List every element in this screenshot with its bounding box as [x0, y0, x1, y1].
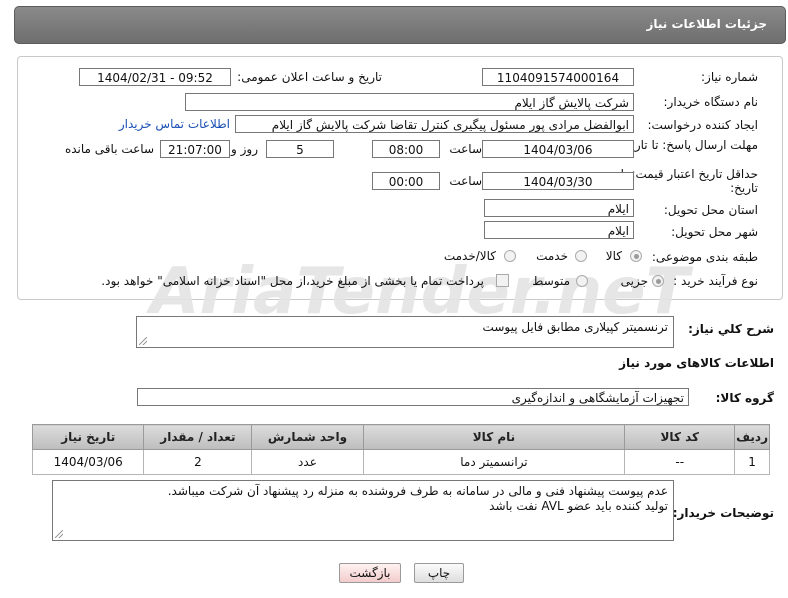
- need-number-field: 1104091574000164: [482, 68, 634, 86]
- deadline-date-field: 1404/03/06: [482, 140, 634, 158]
- category-service-label: خدمت: [536, 249, 568, 263]
- buyer-contact-link[interactable]: اطلاعات تماس خریدار: [119, 117, 230, 131]
- buyer-notes-line-2: تولید کننده باید عضو AVL نفت باشد: [489, 499, 668, 513]
- deadline-time-field: 08:00: [372, 140, 440, 158]
- cell-goods-code: --: [624, 449, 736, 475]
- process-minor-radio[interactable]: [652, 275, 664, 287]
- goods-group-field: تجهیزات آزمایشگاهی و اندازه‌گیری: [137, 388, 689, 406]
- table-header-row: ردیف کد کالا نام کالا واحد شمارش تعداد /…: [31, 424, 770, 450]
- process-medium-label: متوسط: [532, 274, 570, 288]
- cell-unit: عدد: [251, 449, 364, 475]
- goods-group-label: گروه کالا:: [715, 391, 774, 405]
- cell-need-date: 1404/03/06: [31, 449, 145, 475]
- summary-label: شرح كلي نياز:: [688, 322, 774, 336]
- requester-label: ایجاد کننده درخواست:: [647, 118, 758, 132]
- page-header: جزئیات اطلاعات نیاز: [14, 6, 786, 44]
- category-service-radio[interactable]: [575, 250, 587, 262]
- print-button[interactable]: چاپ: [414, 563, 464, 583]
- buyer-notes-label: توضیحات خریدار:: [672, 506, 774, 520]
- validity-time-label: ساعت: [449, 174, 482, 188]
- city-label: شهر محل تحویل:: [671, 225, 758, 239]
- days-label: روز و: [231, 142, 258, 156]
- table-row: 1 -- ترانسمیتر دما عدد 2 1404/03/06: [31, 449, 770, 475]
- header-goods-name: نام کالا: [362, 424, 626, 450]
- resize-grip-icon[interactable]: [139, 337, 147, 345]
- need-number-label: شماره نیاز:: [701, 70, 758, 84]
- remaining-days-field: 5: [266, 140, 334, 158]
- page-title: جزئیات اطلاعات نیاز: [646, 17, 767, 31]
- category-goods-service-radio[interactable]: [504, 250, 516, 262]
- remaining-time-label: ساعت باقی مانده: [64, 142, 154, 156]
- header-quantity: تعداد / مقدار: [143, 424, 253, 450]
- treasury-payment-checkbox[interactable]: [496, 274, 509, 287]
- province-label: استان محل تحویل:: [663, 203, 758, 217]
- category-label: طبقه بندی موضوعی:: [651, 250, 758, 264]
- summary-text: ترنسمیتر کپیلاری مطابق فایل پیوست: [482, 320, 668, 334]
- cell-quantity: 2: [143, 449, 253, 475]
- buyer-org-field: شرکت پالایش گاز ایلام: [185, 93, 634, 111]
- deadline-time-label: ساعت: [449, 142, 482, 156]
- validity-date-field: 1404/03/30: [482, 172, 634, 190]
- cell-goods-name: ترانسمیتر دما: [362, 449, 626, 475]
- back-button[interactable]: بازگشت: [339, 563, 401, 583]
- process-medium-radio[interactable]: [576, 275, 588, 287]
- header-need-date: تاریخ نیاز: [31, 424, 145, 450]
- category-goods-service-label: کالا/خدمت: [443, 249, 496, 263]
- treasury-payment-note: پرداخت تمام یا بخشی از مبلغ خرید،از محل …: [101, 274, 484, 288]
- category-goods-radio[interactable]: [630, 250, 642, 262]
- requester-field: ابوالفضل مرادی پور مسئول پیگیری کنترل تق…: [235, 115, 634, 133]
- remaining-time-field: 21:07:00: [160, 140, 230, 158]
- category-goods-label: کالا: [605, 249, 622, 263]
- header-row-number: ردیف: [734, 424, 770, 450]
- resize-grip-icon[interactable]: [55, 530, 63, 538]
- announce-datetime-field: 1404/02/31 - 09:52: [79, 68, 231, 86]
- city-field: ایلام: [484, 221, 634, 239]
- buyer-notes-line-1: عدم پیوست پیشنهاد فنی و مالی در سامانه ب…: [167, 484, 668, 498]
- province-field: ایلام: [484, 199, 634, 217]
- goods-table: ردیف کد کالا نام کالا واحد شمارش تعداد /…: [31, 424, 770, 475]
- validity-time-field: 00:00: [372, 172, 440, 190]
- announce-datetime-label: تاریخ و ساعت اعلان عمومی:: [237, 70, 382, 84]
- buyer-notes-textarea[interactable]: عدم پیوست پیشنهاد فنی و مالی در سامانه ب…: [52, 480, 674, 541]
- header-goods-code: کد کالا: [624, 424, 736, 450]
- cell-row-number: 1: [734, 449, 770, 475]
- summary-textarea[interactable]: ترنسمیتر کپیلاری مطابق فایل پیوست: [136, 316, 674, 348]
- process-minor-label: جزیی: [620, 274, 648, 288]
- goods-section-title: اطلاعات کالاهای مورد نیاز: [619, 356, 774, 370]
- process-type-label: نوع فرآیند خرید :: [673, 274, 758, 288]
- header-unit: واحد شمارش: [251, 424, 364, 450]
- buyer-org-label: نام دستگاه خریدار:: [663, 95, 759, 109]
